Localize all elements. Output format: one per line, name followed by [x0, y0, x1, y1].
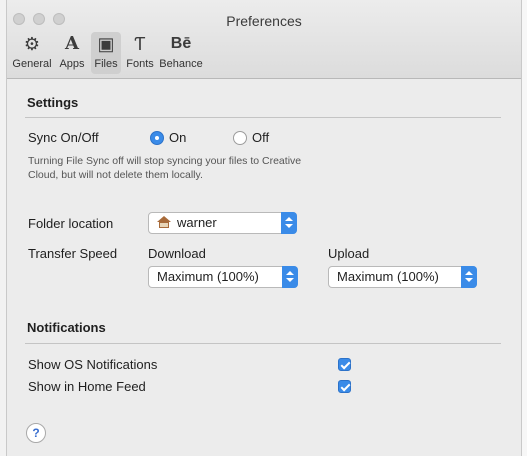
settings-heading: Settings [27, 95, 79, 110]
folder-location-label: Folder location [28, 216, 114, 231]
folder-location-select[interactable]: warner [148, 212, 297, 234]
tab-files[interactable]: ▣ Files [91, 32, 121, 74]
sync-on-label[interactable]: On [169, 130, 186, 145]
sync-label: Sync On/Off [28, 130, 99, 145]
show-in-home-feed-label: Show in Home Feed [28, 379, 146, 394]
download-speed-value: Maximum (100%) [157, 269, 259, 284]
notifications-heading: Notifications [27, 320, 106, 335]
tab-label: Fonts [126, 58, 154, 70]
tab-label: General [12, 58, 52, 70]
tab-label: Behance [159, 58, 203, 70]
sync-on-radio[interactable] [150, 131, 164, 145]
upload-speed-value: Maximum (100%) [337, 269, 439, 284]
chevron-updown-icon [281, 212, 297, 234]
upload-label: Upload [328, 246, 370, 261]
folder-location-value: warner [177, 215, 217, 230]
files-pane: Settings Sync On/Off On Off Turning File… [7, 79, 521, 456]
sync-off-label[interactable]: Off [252, 130, 269, 145]
help-icon: ? [32, 426, 40, 440]
tab-behance[interactable]: Bē Behance [157, 32, 205, 74]
sync-off-radio[interactable] [233, 131, 247, 145]
tab-fonts[interactable]: Ƭ Fonts [123, 32, 157, 74]
gear-icon: ⚙ [23, 34, 41, 54]
behance-icon: Bē [170, 35, 192, 52]
show-in-home-feed-checkbox[interactable] [338, 380, 351, 393]
preferences-window: Preferences ⚙ General A Apps ▣ Files Ƭ F… [6, 0, 522, 456]
tab-apps[interactable]: A Apps [55, 32, 89, 74]
download-speed-select[interactable]: Maximum (100%) [148, 266, 298, 288]
font-icon: Ƭ [134, 34, 146, 54]
tab-general[interactable]: ⚙ General [11, 32, 53, 74]
home-folder-icon [157, 216, 171, 228]
divider [25, 117, 501, 118]
creative-cloud-folder-icon: ▣ [97, 34, 115, 54]
tab-label: Apps [59, 58, 85, 70]
window-title: Preferences [226, 13, 302, 29]
chevron-updown-icon [461, 266, 477, 288]
upload-speed-select[interactable]: Maximum (100%) [328, 266, 477, 288]
download-label: Download [148, 246, 206, 261]
help-button[interactable]: ? [26, 423, 46, 443]
adobe-icon: A [65, 33, 79, 54]
show-os-notifications-checkbox[interactable] [338, 358, 351, 371]
titlebar-toolbar: Preferences ⚙ General A Apps ▣ Files Ƭ F… [7, 0, 521, 79]
show-os-notifications-label: Show OS Notifications [28, 357, 158, 372]
tab-label: Files [94, 58, 118, 70]
divider [25, 343, 501, 344]
transfer-speed-label: Transfer Speed [28, 246, 118, 261]
chevron-updown-icon [282, 266, 298, 288]
sync-note: Turning File Sync off will stop syncing … [28, 155, 302, 181]
